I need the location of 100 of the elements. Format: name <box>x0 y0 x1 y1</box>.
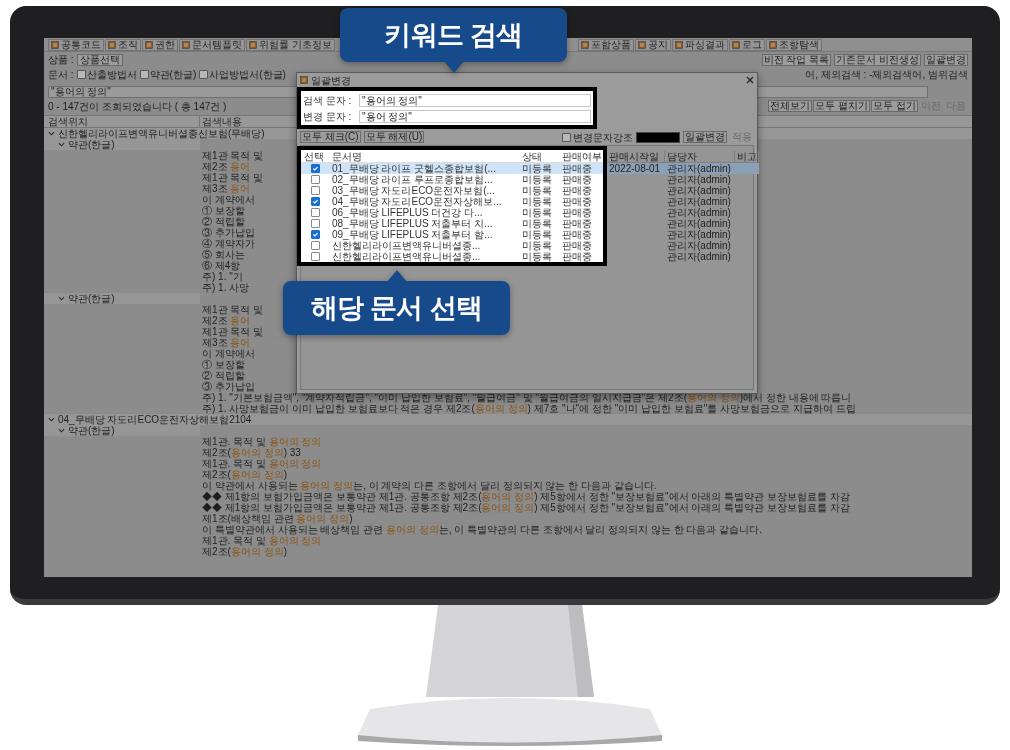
toolbar-button[interactable]: 전체보기 <box>768 100 813 112</box>
result-line: 제1관. 목적 및 용어의 정의 <box>202 534 322 546</box>
status-text: 미등록 <box>521 251 553 262</box>
toolbar-button[interactable]: 모두 접기 <box>871 100 918 112</box>
status-text: 미등록 <box>521 218 553 229</box>
toolbar-button[interactable]: 모두 펼치기 <box>813 100 871 112</box>
toolbar-button[interactable]: 모두 체크(C) <box>300 131 361 143</box>
checkbox[interactable] <box>310 175 320 184</box>
result-line: 이 계약에서 <box>202 193 255 205</box>
checkbox[interactable] <box>310 252 320 261</box>
result-line: ⑤ 회사는 <box>202 248 245 260</box>
column-header: 검색위치 <box>44 116 200 127</box>
chevron-icon[interactable] <box>48 130 55 137</box>
result-line: 이 특별약관에서 사용되는 배상책임 관련 용어의 정의는, 이 특별약관의 다른 조항에서 달리 정의되지 않는 한 다음과 같습니다. <box>202 523 763 535</box>
checkbox[interactable] <box>310 241 320 250</box>
result-line: ◆◆ 제1항의 보험가입금액은 보통약관 제1관. 공통조항 제2조(용어의 정의) 제5항에서 정한 "보장보험료"에서 아래의 특별약관 보장보험료를 차감 <box>202 490 850 502</box>
document-icon <box>108 40 116 49</box>
checkbox[interactable] <box>310 230 320 239</box>
checkbox-label: 산출방법서 <box>86 68 137 80</box>
document-icon <box>732 40 740 49</box>
document-icon <box>182 40 190 49</box>
tab[interactable]: 공통코드 <box>48 38 104 51</box>
sale-status-text: 판매중 <box>561 163 593 174</box>
result-line: ② 적립할 <box>202 215 245 227</box>
sale-status-text: 판매중 <box>561 174 593 185</box>
sale-status-text: 판매중 <box>561 207 593 218</box>
checkbox-label: 약관(한글) <box>149 68 197 80</box>
sale-status-text: 판매중 <box>561 240 593 251</box>
field-label: 변경 문자 : <box>303 110 353 122</box>
document-name: 신한헬리라이프변액유니버셜종... <box>331 251 482 262</box>
checkbox[interactable] <box>76 69 86 79</box>
tab[interactable]: 파싱결과 <box>672 38 728 51</box>
sale-status-text: 판매중 <box>561 229 593 240</box>
tab[interactable]: 문서템플릿 <box>179 38 245 51</box>
tab[interactable]: 권한 <box>142 38 178 51</box>
product-label: 상품 : <box>48 54 74 65</box>
toolbar-button[interactable]: 모두 해제(U) <box>363 131 425 143</box>
document-icon <box>300 76 308 84</box>
checkbox[interactable] <box>310 197 320 206</box>
tab[interactable]: 조직 <box>105 38 141 51</box>
chevron-icon[interactable] <box>58 295 65 302</box>
toolbar-button[interactable]: 기존문서 비전생성 <box>834 53 921 66</box>
result-line: 제1관 목적 및 <box>202 303 264 315</box>
manager-text: 관리자(admin) <box>666 174 732 185</box>
result-line: ④ 계약자가 <box>202 237 255 249</box>
chevron-icon[interactable] <box>58 427 65 434</box>
toolbar-button[interactable]: 일괄변경 <box>924 53 968 66</box>
result-line: 주) 1. 사망보험금이 이미 납입한 보험료보다 적은 경우 제2조(용어의 정의) 제7호 "나"에 정한 "이미 납입한 보험료"를 사망보험금으로 지급하여 드립 <box>202 402 856 414</box>
checkbox-label: 사업방법서(한글) <box>209 68 286 80</box>
tab[interactable]: 조항탐색 <box>766 38 822 51</box>
document-name: 03_무배당 자도리ECO운전자보험(... <box>331 185 495 196</box>
result-line: 제2조(용어의 정의) <box>202 545 288 557</box>
field-label: 검색 문자 : <box>303 94 353 106</box>
tab[interactable]: 로그 <box>729 38 765 51</box>
result-line: 주) 1. 사망 <box>202 281 250 293</box>
chevron-icon[interactable] <box>48 416 55 423</box>
checkbox[interactable] <box>562 132 571 142</box>
document-icon <box>145 40 153 49</box>
color-swatch[interactable] <box>636 131 680 143</box>
status-text: 미등록 <box>521 229 553 240</box>
checkbox[interactable] <box>310 164 320 173</box>
product-select[interactable]: 상품선택 <box>76 53 123 66</box>
text-field[interactable]: "용어의 정의" <box>359 93 591 107</box>
document-icon <box>675 40 683 49</box>
checkbox[interactable] <box>139 69 149 79</box>
start-date: 2022-08-01 <box>609 163 661 174</box>
document-row[interactable]: 01_무배당 라이프 굿헬스종합보험(... 미등록 판매중 <box>301 163 603 174</box>
tab[interactable]: 위험률 기초정보 <box>246 38 335 51</box>
checkbox[interactable] <box>199 69 209 79</box>
sale-status-text: 판매중 <box>561 196 593 207</box>
column-header: 문서명 <box>331 150 363 162</box>
checkbox[interactable] <box>310 219 320 228</box>
result-line: 제1관 목적 및 <box>202 325 264 337</box>
column-header: 검색내용 <box>201 116 242 127</box>
document-icon <box>581 40 589 49</box>
checkbox[interactable] <box>310 186 320 195</box>
status-text: 미등록 <box>521 174 553 185</box>
result-line: ③ 추가납입 <box>202 226 255 238</box>
result-line: 제1조(배상책임 관련 용어의 정의) <box>202 512 353 524</box>
manager-text: 관리자(admin) <box>666 251 732 262</box>
text-field[interactable]: "용어 정의" <box>359 109 591 123</box>
document-name: 01_무배당 라이프 굿헬스종합보험(... <box>331 163 497 174</box>
status-text: 미등록 <box>521 240 553 251</box>
result-line: 주) 1. "기 <box>202 270 243 282</box>
checkbox[interactable] <box>310 208 320 217</box>
result-line: ③ 추가납입 <box>202 380 255 392</box>
result-line: ① 보장할 <box>202 358 245 370</box>
column-header: 담당자 <box>665 150 735 162</box>
manager-text: 관리자(admin) <box>666 229 732 240</box>
result-line: 제3조 용어 <box>202 182 251 194</box>
close-icon[interactable] <box>746 76 754 84</box>
toolbar-button[interactable]: 비전 작업 목록 <box>761 53 832 66</box>
chevron-icon[interactable] <box>58 141 65 148</box>
result-line: ① 보장할 <box>202 204 245 216</box>
tab[interactable]: 공지 <box>635 38 671 51</box>
tab[interactable]: 포함상품 <box>578 38 634 51</box>
document-icon <box>249 40 257 49</box>
sale-status-text: 판매중 <box>561 251 593 262</box>
column-header: 상태 <box>521 150 543 162</box>
toolbar-button[interactable]: 일괄변경 <box>683 131 727 143</box>
